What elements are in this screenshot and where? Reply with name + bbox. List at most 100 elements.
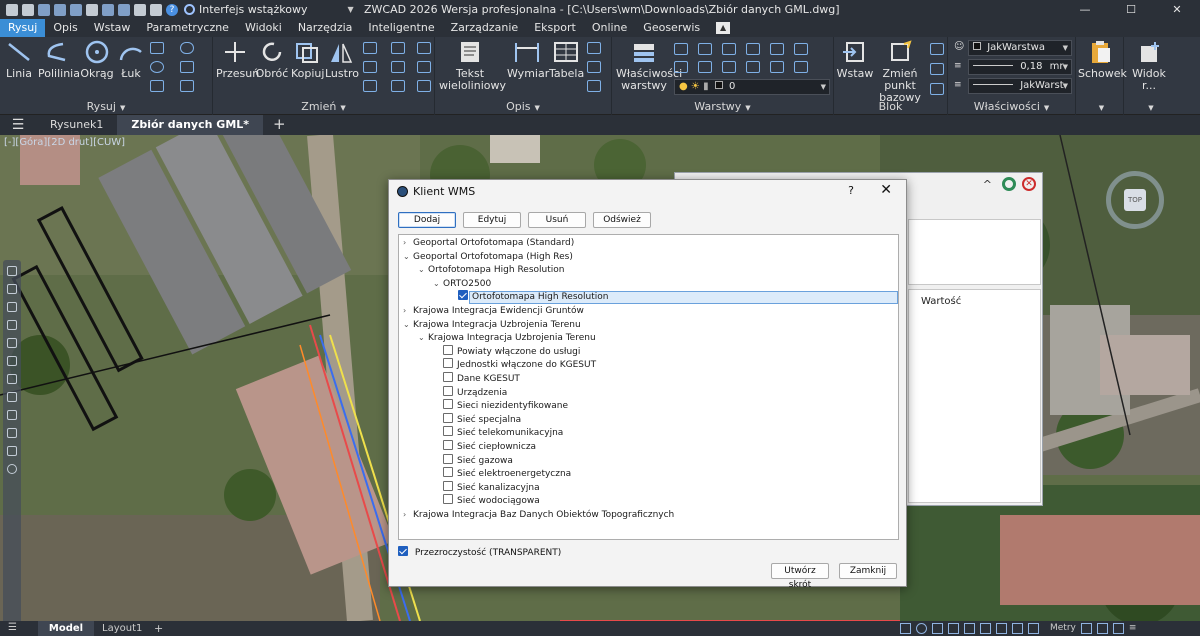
left-tool-10-icon[interactable]: [7, 428, 17, 438]
fillet-icon[interactable]: [391, 61, 405, 73]
linear-dim-icon[interactable]: [587, 42, 601, 54]
tab-online[interactable]: Online: [584, 19, 635, 37]
layer-tool-1-icon[interactable]: [674, 43, 688, 55]
tab-zbior-danych-gml[interactable]: Zbiór danych GML*: [117, 115, 264, 135]
color-dropdown[interactable]: JakWarstwa ▼: [968, 40, 1072, 56]
tree-node[interactable]: Sieci niezidentyfikowane: [443, 399, 568, 412]
polar-toggle-icon[interactable]: [948, 623, 959, 634]
layer-tool-10-icon[interactable]: [746, 61, 760, 73]
kopiuj-button[interactable]: Kopiuj: [291, 40, 324, 80]
tekst-wieloliniowy-button[interactable]: Tekst wieloliniowy: [439, 40, 506, 92]
obroc-button[interactable]: Obróć: [255, 40, 289, 80]
tab-layout1[interactable]: Layout1: [102, 621, 142, 636]
wymiar-button[interactable]: Wymiar: [507, 40, 549, 80]
erase-icon[interactable]: [417, 61, 431, 73]
layer-tool-9-icon[interactable]: [722, 61, 736, 73]
palette-close-icon[interactable]: ✕: [1022, 177, 1036, 191]
tab-rysuj[interactable]: Rysuj: [0, 19, 46, 37]
left-tool-2-icon[interactable]: [7, 284, 17, 294]
region-icon[interactable]: [180, 80, 194, 92]
layer-tool-4-icon[interactable]: [746, 43, 760, 55]
ortho-toggle-icon[interactable]: [932, 623, 943, 634]
odswiez-button[interactable]: Odśwież: [593, 212, 651, 228]
print-icon[interactable]: [86, 3, 98, 16]
left-tool-8-icon[interactable]: [7, 392, 17, 402]
customize-menu-icon[interactable]: ≡: [1129, 623, 1137, 634]
tree-node[interactable]: Sieć gazowa: [443, 453, 513, 467]
layer-checkbox[interactable]: [443, 358, 453, 369]
selection-cycle-icon[interactable]: [1028, 623, 1039, 634]
tree-node[interactable]: Sieć specjalna: [443, 412, 521, 426]
trim-icon[interactable]: [391, 42, 405, 54]
extend-icon[interactable]: [417, 42, 431, 54]
center-mark-icon[interactable]: [587, 80, 601, 92]
panel-widok-title[interactable]: ▼: [1124, 100, 1174, 113]
tree-node[interactable]: Sieć wodociągowa: [443, 494, 540, 507]
layer-tool-12-icon[interactable]: [794, 61, 808, 73]
tree-node[interactable]: › Geoportal Ortofotomapa (Standard): [403, 236, 574, 249]
units-label[interactable]: Metry: [1050, 623, 1076, 634]
layer-checkbox[interactable]: [443, 480, 453, 491]
layer-tool-3-icon[interactable]: [722, 43, 736, 55]
save-as-icon[interactable]: [70, 3, 82, 16]
workspace-selector[interactable]: Interfejs wstążkowy ▼: [184, 3, 354, 16]
help-icon[interactable]: ?: [166, 3, 178, 16]
widok-button[interactable]: Widok r...: [1126, 40, 1172, 92]
fullscreen-icon[interactable]: [1112, 623, 1124, 634]
osnap-toggle-icon[interactable]: [916, 623, 927, 634]
tabela-button[interactable]: Tabela: [549, 40, 584, 80]
stretch-icon[interactable]: [363, 42, 377, 54]
tree-node[interactable]: Sieć ciepłownicza: [443, 440, 536, 453]
transparency-checkbox[interactable]: [398, 546, 408, 556]
collapse-arrow-icon[interactable]: ⌄: [418, 331, 428, 344]
panel-opis-title[interactable]: Opis ▼: [435, 100, 611, 113]
usun-button[interactable]: Usuń: [528, 212, 586, 228]
tab-narzedzia[interactable]: Narzędzia: [290, 19, 361, 37]
collapse-arrow-icon[interactable]: ⌄: [418, 263, 428, 276]
layer-tool-6-icon[interactable]: [794, 43, 808, 55]
redo-icon[interactable]: [150, 3, 162, 16]
layer-checkbox[interactable]: [443, 399, 453, 410]
tree-node[interactable]: Urządzenia: [443, 385, 507, 399]
layer-checkbox[interactable]: [458, 290, 468, 301]
rectangle-icon[interactable]: [150, 42, 164, 54]
przesun-button[interactable]: Przesuń: [216, 40, 259, 80]
lineweight-dropdown[interactable]: 0,18 mr ▼: [968, 59, 1072, 75]
scale-icon[interactable]: [363, 61, 377, 73]
tab-eksport[interactable]: Eksport: [526, 19, 584, 37]
expand-arrow-icon[interactable]: ›: [403, 236, 413, 249]
tab-model[interactable]: Model: [38, 621, 94, 636]
left-tool-11-icon[interactable]: [7, 446, 17, 456]
tab-wstaw[interactable]: Wstaw: [86, 19, 139, 37]
match-properties-icon[interactable]: ☺: [954, 41, 964, 52]
zmien-punkt-bazowy-button[interactable]: Zmień punkt bazowy: [874, 40, 926, 104]
layer-tool-2-icon[interactable]: [698, 43, 712, 55]
ribbon-minimize-icon[interactable]: ▲: [716, 22, 731, 34]
snap-toggle-icon[interactable]: [900, 623, 911, 634]
collapse-arrow-icon[interactable]: ⌄: [403, 250, 413, 263]
panel-rysuj-title[interactable]: Rysuj ▼: [0, 100, 212, 113]
undo-icon[interactable]: [134, 3, 146, 16]
save-icon[interactable]: [54, 3, 66, 16]
tree-node[interactable]: › Krajowa Integracja Baz Danych Obiektów …: [403, 508, 674, 521]
dialog-close-button[interactable]: ✕: [880, 182, 892, 198]
tab-zarzadzanie[interactable]: Zarządzanie: [443, 19, 527, 37]
palette-settings-icon[interactable]: [1002, 177, 1016, 191]
left-tool-6-icon[interactable]: [7, 356, 17, 366]
block-create-icon[interactable]: [930, 83, 944, 95]
tab-widoki[interactable]: Widoki: [237, 19, 290, 37]
panel-zmien-title[interactable]: Zmień ▼: [213, 100, 434, 113]
dodaj-button[interactable]: Dodaj: [398, 212, 456, 228]
layer-checkbox[interactable]: [443, 453, 453, 464]
tree-node[interactable]: Jednostki włączone do KGESUT: [443, 358, 596, 371]
layer-checkbox[interactable]: [443, 426, 453, 437]
offset-icon[interactable]: [391, 80, 405, 92]
schowek-button[interactable]: Schowek: [1078, 40, 1127, 80]
view-cube[interactable]: TOP: [1106, 171, 1164, 229]
linetype-dropdown[interactable]: JakWarst ▼: [968, 78, 1072, 94]
plot-icon[interactable]: [102, 3, 114, 16]
zamknij-button[interactable]: Zamknij: [839, 563, 897, 579]
tab-inteligentne[interactable]: Inteligentne: [360, 19, 442, 37]
publish-icon[interactable]: [118, 3, 130, 16]
panel-wlasciwosci-title[interactable]: Właściwości ▼: [948, 100, 1075, 113]
